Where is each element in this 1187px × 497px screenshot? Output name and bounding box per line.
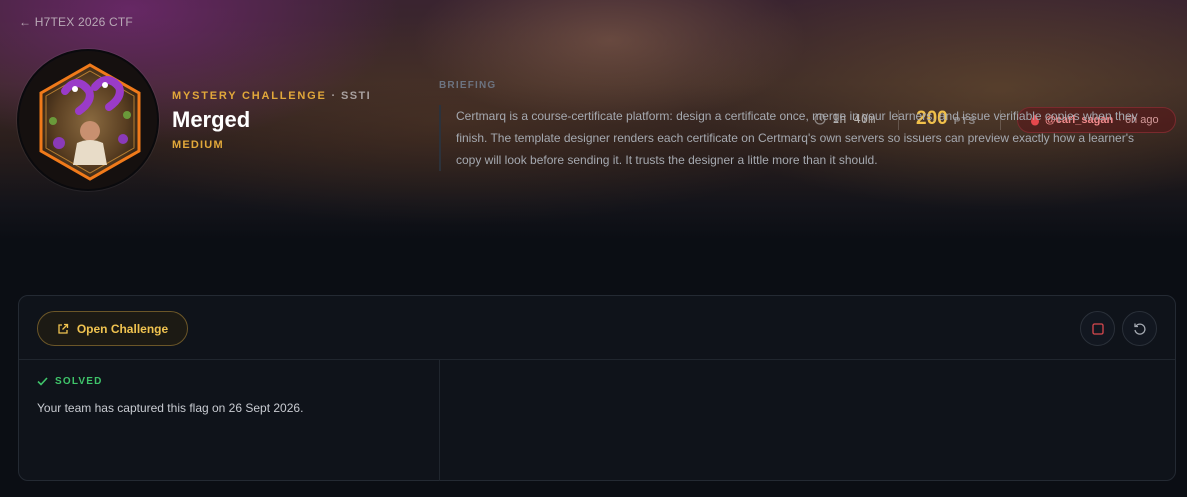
reset-instance-button[interactable]: [1122, 311, 1157, 346]
challenge-title: Merged: [172, 107, 251, 132]
avatar-art: [19, 51, 157, 189]
open-challenge-label: Open Challenge: [76, 321, 169, 336]
solved-status: SOLVED: [37, 376, 103, 387]
reset-icon: [1133, 323, 1146, 335]
briefing-text: Certmarq is a course-certificate platfor…: [439, 105, 1143, 171]
challenge-avatar: [17, 49, 159, 191]
solved-message: Your team has captured this flag on 26 S…: [37, 401, 304, 415]
back-link[interactable]: ← H7TEX 2026 CTF: [19, 15, 133, 29]
external-link-icon: [58, 323, 68, 334]
open-challenge-button[interactable]: Open Challenge: [37, 311, 188, 346]
briefing-label: BRIEFING: [439, 80, 497, 91]
challenge-card: Open Challenge SOLVED Your team has capt…: [18, 295, 1176, 481]
difficulty-badge: MEDIUM: [172, 139, 224, 151]
challenge-category: · SSTI: [331, 90, 372, 102]
status-pane: SOLVED Your team has captured this flag …: [19, 360, 440, 481]
solved-label: SOLVED: [55, 376, 103, 387]
card-toolbar: Open Challenge: [19, 296, 1175, 360]
challenge-type: MYSTERY CHALLENGE: [172, 90, 327, 102]
stop-icon: [1091, 322, 1104, 335]
stop-instance-button[interactable]: [1080, 311, 1115, 346]
challenge-eyebrow: MYSTERY CHALLENGE · SSTI: [172, 90, 371, 102]
check-icon: [37, 377, 48, 386]
